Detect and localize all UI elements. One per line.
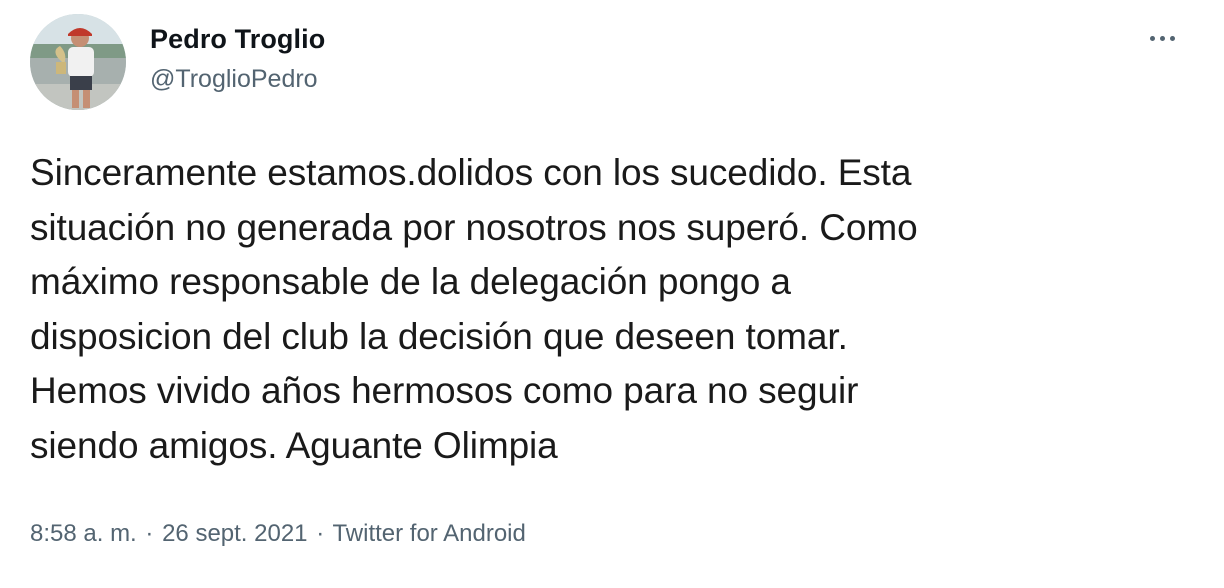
- tweet-metadata: 8:58 a. m. · 26 sept. 2021 · Twitter for…: [30, 520, 526, 548]
- more-options-icon[interactable]: [1140, 20, 1184, 56]
- more-dot: [1149, 35, 1155, 41]
- tweet-time[interactable]: 8:58 a. m.: [30, 520, 137, 547]
- author-display-name[interactable]: Pedro Troglio: [150, 24, 325, 55]
- meta-separator: ·: [145, 520, 154, 547]
- profile-photo-icon: [30, 14, 126, 110]
- tweet-text-line: máximo responsable de la delegación pong…: [30, 261, 791, 302]
- tweet-text-line: Sinceramente estamos.dolidos con los suc…: [30, 152, 912, 193]
- tweet-source[interactable]: Twitter for Android: [332, 520, 525, 547]
- tweet-text-line: situación no generada por nosotros nos s…: [30, 206, 918, 248]
- tweet-text-line: Hemos vivido años hermosos como para no …: [30, 370, 859, 411]
- avatar[interactable]: [30, 14, 126, 110]
- tweet-text-line: siendo amigos. Aguante Olimpia: [30, 424, 558, 466]
- more-dot: [1159, 35, 1165, 41]
- meta-separator: ·: [316, 520, 325, 547]
- tweet-text-line: disposicion del club la decisión que des…: [30, 315, 848, 357]
- tweet-text: Sinceramente estamos.dolidos con los suc…: [30, 146, 1200, 473]
- more-dot: [1169, 35, 1175, 41]
- author-handle[interactable]: @TroglioPedro: [150, 65, 318, 94]
- tweet-card: Pedro Troglio @TroglioPedro Sinceramente…: [0, 0, 1224, 588]
- tweet-date[interactable]: 26 sept. 2021: [162, 520, 307, 547]
